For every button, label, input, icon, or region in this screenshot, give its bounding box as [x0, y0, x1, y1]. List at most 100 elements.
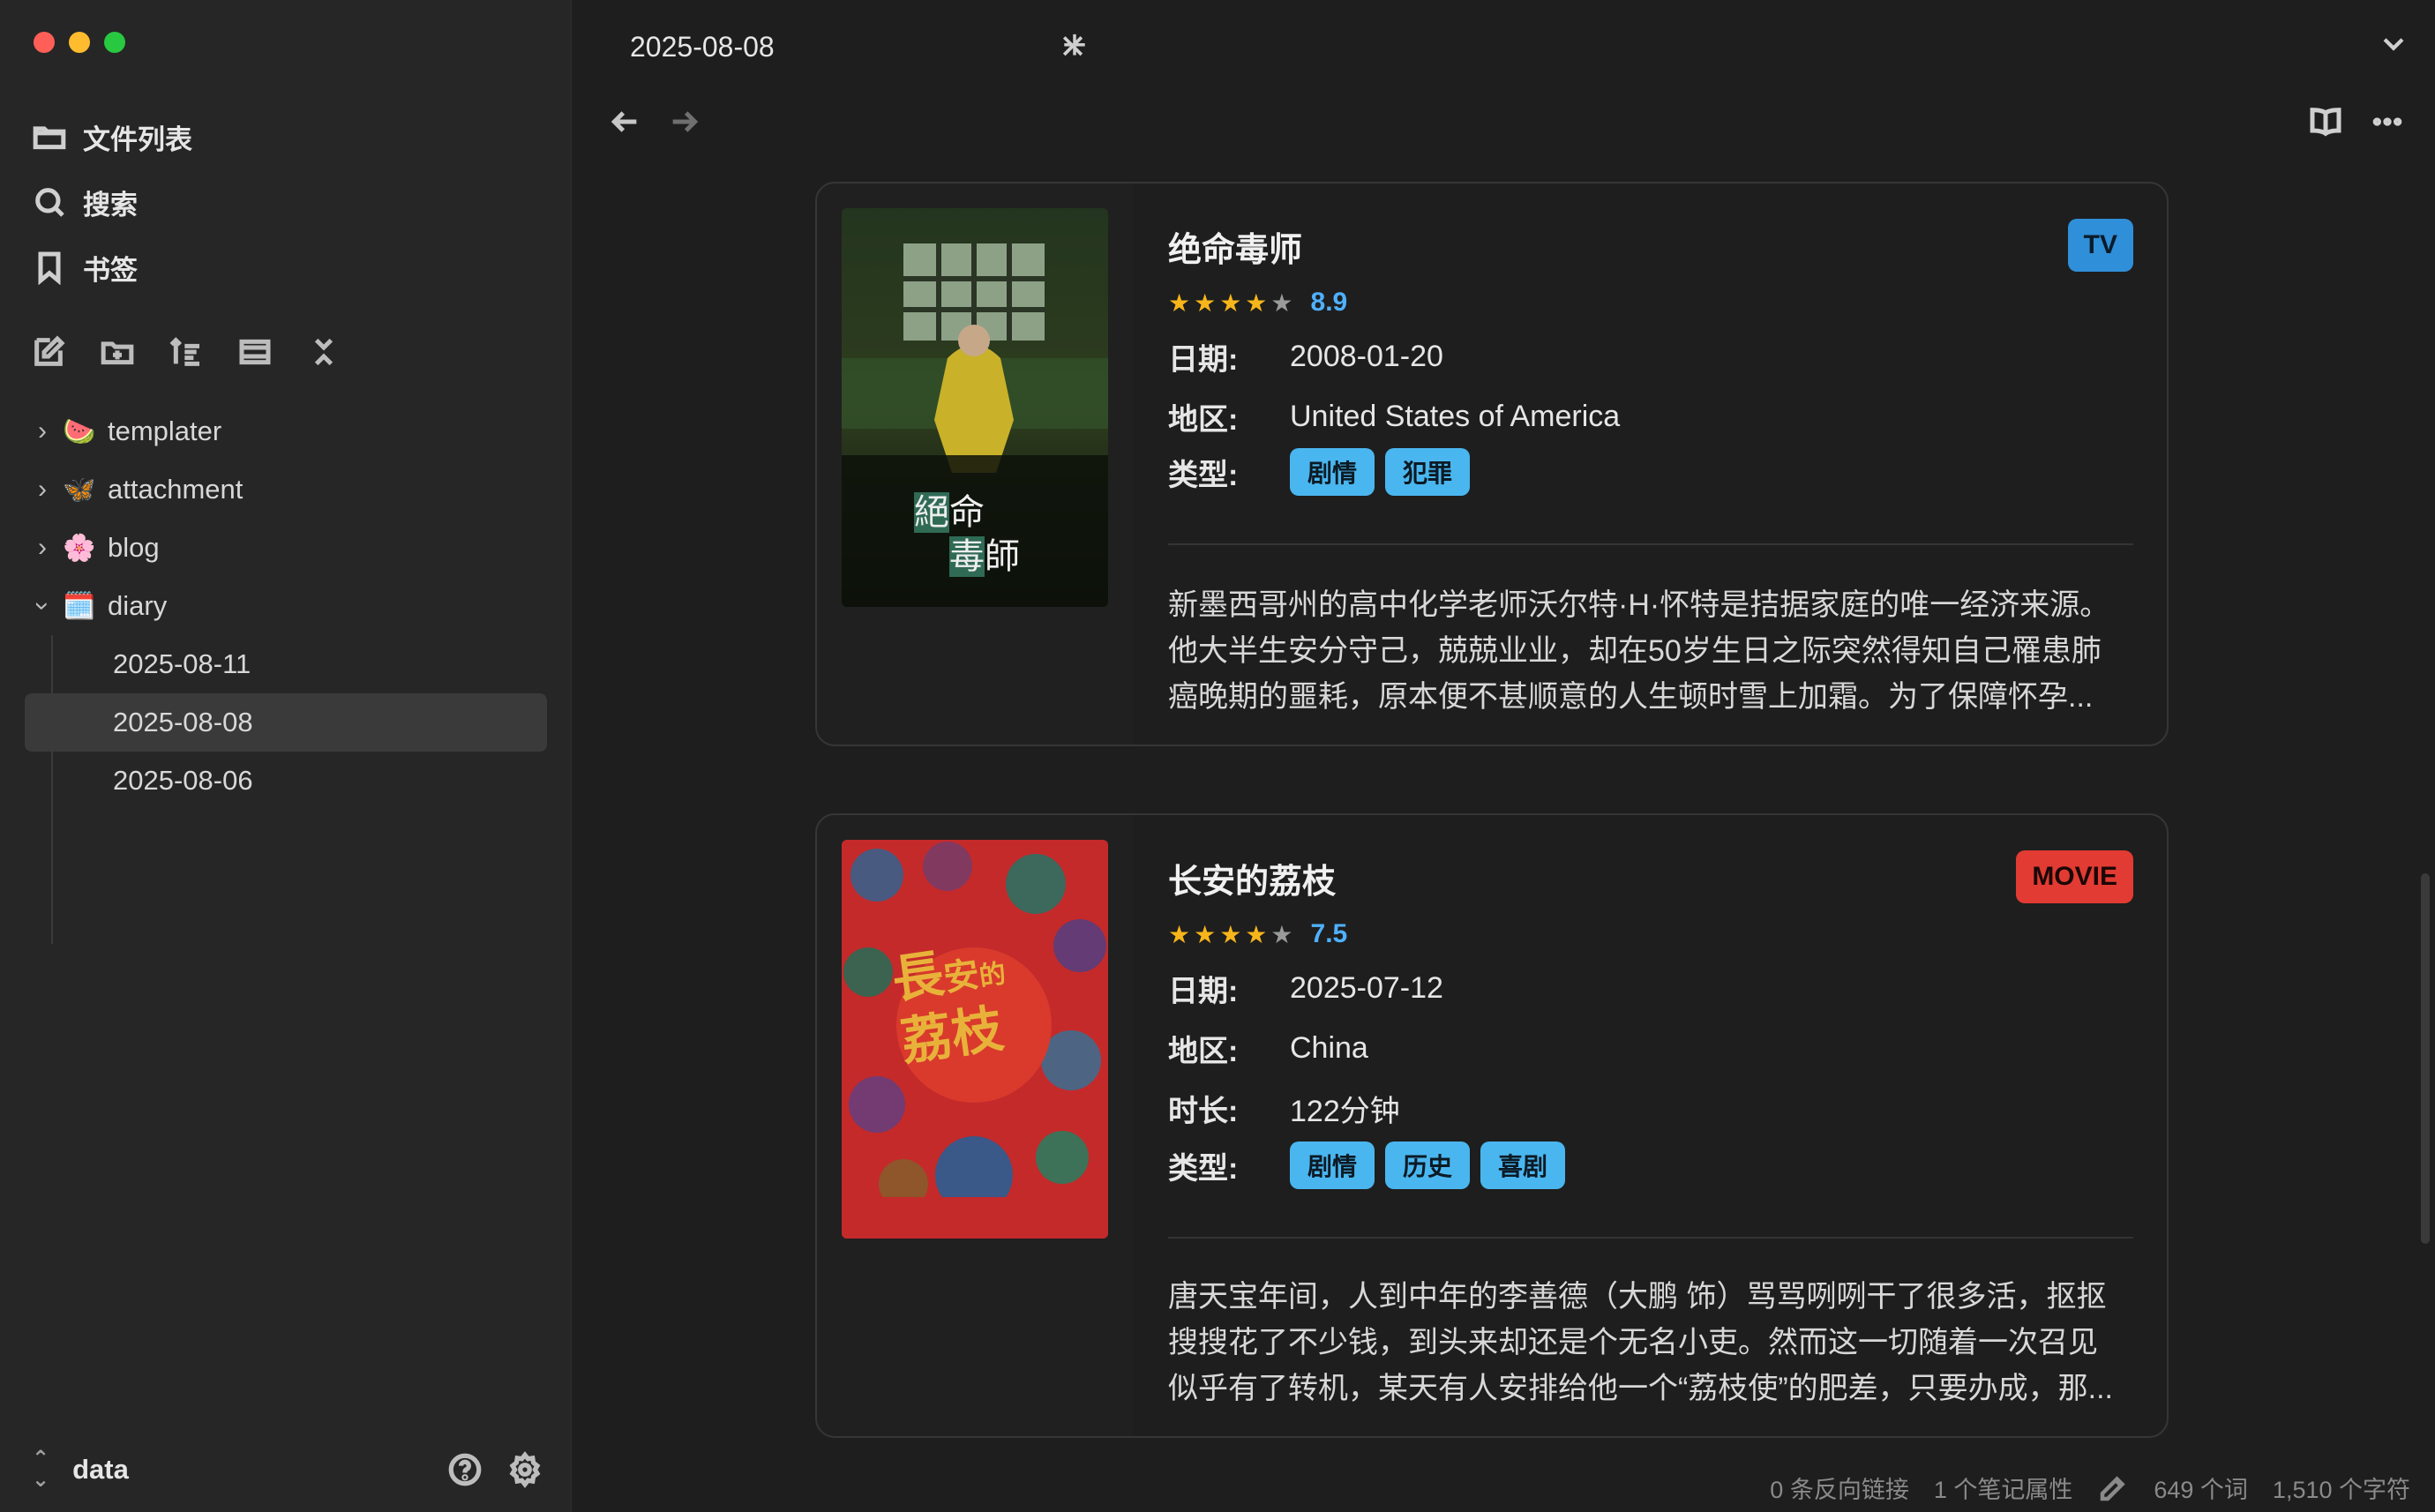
help-icon[interactable]	[446, 1451, 483, 1488]
collapse-view-icon	[239, 339, 271, 365]
window-controls	[34, 32, 125, 53]
collapse-all-button[interactable]	[305, 333, 342, 371]
reading-view-button[interactable]	[2308, 104, 2343, 144]
back-button[interactable]	[607, 104, 642, 144]
folder-icon	[33, 126, 66, 150]
tree-folder-templater[interactable]: › 🍉 templater	[25, 402, 547, 460]
collapse-all-icon	[314, 338, 333, 366]
chevron-updown-icon: ⌃ ⌄	[32, 1447, 50, 1492]
poster-char: 的	[977, 958, 1008, 993]
view-actions	[2308, 104, 2405, 144]
tab-list-button[interactable]	[2379, 28, 2409, 63]
chevron-right-icon[interactable]: ›	[25, 533, 60, 563]
poster-image: 絕命 毒師	[842, 208, 1108, 607]
tree-file-label: 2025-08-08	[113, 707, 253, 737]
duration-label: 时长:	[1168, 1095, 1239, 1128]
tree-folder-label: templater	[108, 415, 222, 446]
description-line: 似乎有了转机，某天有人安排给他一个“荔枝使”的肥差，只要办成，那...	[1168, 1372, 2113, 1405]
tree-folder-label: attachment	[108, 474, 244, 505]
rating: ★★★★★ 8.9	[1168, 288, 1347, 318]
nav-bookmarks[interactable]: 书签	[32, 235, 192, 300]
tree-folder-diary[interactable]: › 🗓️ diary	[25, 577, 547, 635]
tree-file-2025-08-06[interactable]: 2025-08-06	[25, 752, 547, 810]
new-note-icon	[34, 335, 65, 366]
nav-file-explorer[interactable]: 文件列表	[32, 104, 192, 169]
new-tab-button[interactable]: +	[1048, 21, 1101, 70]
scrollbar[interactable]	[2421, 873, 2430, 1244]
footer-actions	[446, 1451, 543, 1488]
auto-reveal-button[interactable]	[236, 333, 273, 371]
poster-char: 荔	[896, 1005, 956, 1073]
chevron-right-icon[interactable]: ›	[25, 416, 60, 446]
poster-char: 絕	[914, 492, 949, 533]
media-card-2: 長安的 荔枝 长安的荔枝 MOVIE ★★★★★ 7.5 日期: 2025-07…	[815, 813, 2169, 1438]
media-type-badge: TV	[2067, 219, 2133, 272]
date-label: 日期:	[1168, 343, 1239, 377]
close-window-button[interactable]	[34, 32, 55, 53]
date-label: 日期:	[1168, 975, 1239, 1008]
genre-tag[interactable]: 犯罪	[1385, 448, 1471, 496]
forward-button[interactable]	[667, 104, 702, 144]
tree-file-label: 2025-08-06	[113, 765, 253, 796]
sidebar-footer: ⌃ ⌄ data	[32, 1448, 543, 1491]
description-line: 他大半生安分守己，兢兢业业，却在50岁生日之际突然得知自己罹患肺	[1168, 634, 2102, 668]
media-title: 绝命毒师	[1168, 232, 1303, 269]
genre-row: 类型: 剧情 犯罪	[1168, 448, 1480, 496]
chevron-right-icon[interactable]: ›	[25, 475, 60, 505]
tree-folder-label: blog	[108, 532, 160, 563]
tree-folder-label: diary	[108, 590, 168, 621]
new-folder-button[interactable]	[99, 333, 136, 371]
book-open-icon	[2310, 108, 2341, 137]
genre-label: 类型:	[1168, 458, 1239, 492]
more-options-button[interactable]	[2370, 104, 2405, 144]
poster-char: 師	[985, 536, 1020, 577]
file-explorer-toolbar	[30, 333, 342, 371]
main-pane: 2025-08-08 ✕ + 絕命 毒師 绝命毒师 TV ★★★★★ 8.9 日…	[572, 0, 2435, 1512]
backlinks-count[interactable]: 0 条反向链接	[1770, 1471, 1909, 1505]
media-description: 新墨西哥州的高中化学老师沃尔特·H·怀特是拮据家庭的唯一经济来源。 他大半生安分…	[1168, 582, 2135, 720]
date-row: 日期: 2025-07-12	[1168, 967, 1443, 1010]
watermelon-icon: 🍉	[63, 416, 96, 446]
description-line: 搜搜花了不少钱，到头来却还是个无名小吏。然而这一切随着一次召见	[1168, 1326, 2098, 1359]
sort-button[interactable]	[168, 333, 205, 371]
genre-tag[interactable]: 剧情	[1290, 448, 1375, 496]
genre-tag[interactable]: 历史	[1385, 1141, 1471, 1189]
media-description: 唐天宝年间，人到中年的李善德（大鹏 饰）骂骂咧咧干了很多活，抠抠 搜搜花了不少钱…	[1168, 1274, 2135, 1411]
gear-icon[interactable]	[506, 1451, 543, 1488]
arrow-right-icon	[672, 111, 699, 132]
genre-tag[interactable]: 剧情	[1290, 1141, 1375, 1189]
tab-2025-08-08[interactable]: 2025-08-08 ✕	[630, 19, 1087, 74]
genre-tag[interactable]: 喜剧	[1480, 1141, 1566, 1189]
poster-char: 毒	[949, 536, 985, 577]
region-row: 地区: China	[1168, 1027, 1368, 1070]
tree-indent-guide	[51, 635, 53, 944]
tab-title: 2025-08-08	[630, 30, 775, 63]
zoom-window-button[interactable]	[104, 32, 125, 53]
nav-search[interactable]: 搜索	[32, 169, 192, 235]
poster-char: 長	[888, 943, 948, 1010]
status-bar: 0 条反向链接 1 个笔记属性 649 个词 1,510 个字符	[1770, 1471, 2410, 1505]
properties-count[interactable]: 1 个笔记属性	[1934, 1471, 2073, 1505]
description-line: 癌晚期的噩耗，原本便不甚顺意的人生顿时雪上加霜。为了保障怀孕...	[1168, 680, 2094, 714]
rating-score: 8.9	[1310, 288, 1348, 317]
poster-char: 枝	[948, 998, 1008, 1066]
edit-icon[interactable]	[2097, 1472, 2129, 1504]
genre-row: 类型: 剧情 历史 喜剧	[1168, 1141, 1576, 1189]
media-title: 长安的荔枝	[1168, 864, 1337, 901]
minimize-window-button[interactable]	[69, 32, 90, 53]
tree-file-2025-08-08[interactable]: 2025-08-08	[25, 693, 547, 752]
tree-folder-blog[interactable]: › 🌸 blog	[25, 519, 547, 577]
vault-switcher[interactable]: ⌃ ⌄ data	[32, 1448, 129, 1491]
sidebar-nav: 文件列表 搜索 书签	[32, 104, 192, 300]
region-value: United States of America	[1290, 400, 1621, 433]
chevron-down-icon[interactable]: ›	[27, 588, 57, 624]
date-value: 2025-07-12	[1290, 971, 1443, 1005]
tree-file-2025-08-11[interactable]: 2025-08-11	[25, 635, 547, 693]
butterfly-icon: 🦋	[63, 475, 96, 505]
card-divider	[1168, 1237, 2133, 1239]
new-note-button[interactable]	[30, 333, 67, 371]
poster-char: 安	[940, 953, 982, 999]
tab-bar: 2025-08-08 ✕ +	[572, 0, 2435, 92]
arrow-left-icon	[611, 111, 637, 132]
tree-folder-attachment[interactable]: › 🦋 attachment	[25, 460, 547, 519]
